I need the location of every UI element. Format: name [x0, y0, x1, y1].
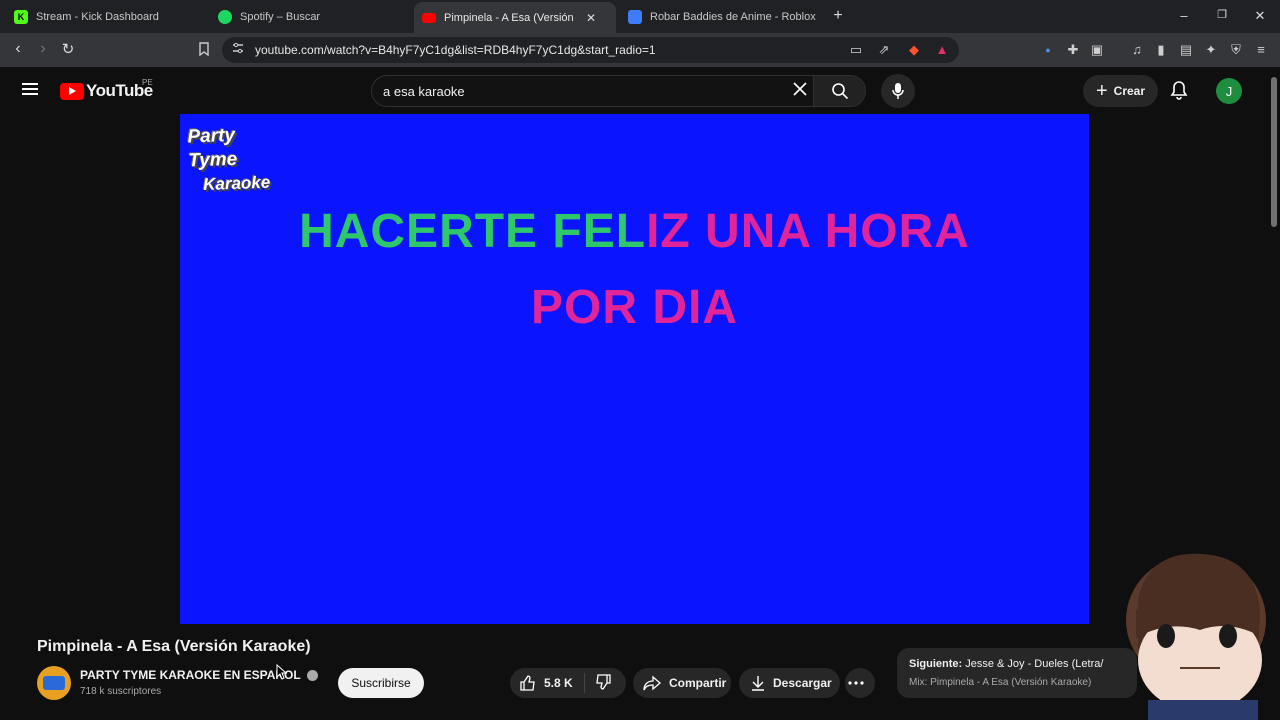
tab-title: Spotify – Buscar [240, 11, 321, 23]
thumbs-up-icon [520, 675, 535, 691]
lyric-line-2: POR DIA [530, 281, 738, 334]
hamburger-menu-icon[interactable] [22, 83, 38, 95]
wallet-icon[interactable]: ▤ [1178, 42, 1194, 58]
download-icon [752, 676, 764, 691]
tab-spotify[interactable]: Spotify – Buscar [210, 4, 410, 30]
voice-search-button[interactable] [881, 74, 915, 108]
subscriber-count: 718 k suscriptores [80, 686, 162, 697]
kick-icon: K [14, 10, 28, 24]
thumbs-down-icon [596, 673, 611, 690]
dislike-button[interactable] [585, 673, 619, 693]
close-tab-icon[interactable]: ✕ [586, 11, 596, 25]
channel-name[interactable]: PARTY TYME KARAOKE EN ESPAÑOL [80, 668, 301, 682]
bookmark-icon[interactable] [196, 42, 212, 58]
verified-badge-icon [307, 670, 318, 681]
search-box[interactable]: a esa karaoke [371, 75, 866, 107]
browser-toolbar: ‹ › ↻ youtube.com/watch?v=B4hyF7yC1dg&li… [0, 33, 1280, 67]
spotify-icon [218, 10, 232, 24]
up-next-title-line: Siguiente: Jesse & Joy - Dueles (Letra/ [909, 658, 1103, 670]
notifications-bell-icon[interactable] [1170, 80, 1192, 102]
subscribe-button[interactable]: Suscribirse [338, 668, 424, 698]
tab-kick[interactable]: K Stream - Kick Dashboard [6, 4, 206, 30]
site-settings-icon[interactable] [230, 42, 246, 58]
like-button[interactable]: 5.8 K [510, 673, 585, 693]
download-button[interactable]: Descargar [739, 668, 840, 698]
tab-roblox[interactable]: Robar Baddies de Anime - Roblox [620, 4, 820, 30]
search-button[interactable] [813, 76, 865, 106]
extensions-icon[interactable]: ✚ [1065, 42, 1081, 58]
lyric-unsung-part: IZ UNA HORA [646, 205, 970, 258]
restore-button[interactable]: ❐ [1212, 8, 1232, 21]
create-label: Crear [1113, 84, 1146, 98]
tab-title: Robar Baddies de Anime - Roblox [650, 11, 816, 23]
browser-tab-bar: K Stream - Kick Dashboard Spotify – Busc… [0, 0, 1280, 33]
tab-youtube-active[interactable]: Pimpinela - A Esa (Versión Ka ✕ [414, 2, 616, 33]
party-tyme-watermark-logo: Party Tyme Karaoke [187, 122, 279, 194]
youtube-play-icon [60, 82, 84, 100]
sidebar-icon[interactable]: ▮ [1153, 42, 1169, 58]
brave-rewards-icon[interactable]: ▲ [934, 42, 950, 58]
share-icon [643, 675, 661, 691]
channel-avatar[interactable] [37, 666, 71, 700]
tab-title: Stream - Kick Dashboard [36, 11, 159, 23]
vpn-icon[interactable]: ● [1040, 42, 1056, 58]
forward-button[interactable]: › [33, 40, 53, 58]
like-dislike-group: 5.8 K [510, 668, 626, 698]
up-next-card[interactable]: Siguiente: Jesse & Joy - Dueles (Letra/ … [897, 648, 1137, 698]
url-text: youtube.com/watch?v=B4hyF7yC1dg&list=RDB… [255, 43, 656, 57]
account-avatar[interactable]: J [1216, 78, 1242, 104]
address-bar[interactable]: youtube.com/watch?v=B4hyF7yC1dg&list=RDB… [222, 37, 959, 63]
vpn-shield-icon[interactable]: ⛨ [1228, 42, 1244, 58]
mouse-cursor-icon [276, 664, 288, 680]
cast-icon[interactable]: ▭ [848, 42, 864, 58]
clear-search-icon[interactable] [792, 80, 808, 103]
more-actions-icon[interactable] [845, 668, 875, 698]
video-player[interactable]: Party Tyme Karaoke HACERTE FELIZ UNA HOR… [180, 114, 1089, 624]
search-icon [831, 83, 848, 100]
search-input[interactable]: a esa karaoke [383, 84, 465, 99]
reload-button[interactable]: ↻ [58, 40, 78, 58]
like-count: 5.8 K [544, 676, 573, 690]
watermark-line1: Party Tyme [187, 124, 238, 172]
country-code: PE [142, 78, 153, 87]
youtube-icon [422, 12, 436, 23]
create-button[interactable]: + Crear [1083, 75, 1158, 107]
scrollbar-thumb[interactable] [1271, 77, 1277, 227]
plus-icon: + [1095, 79, 1108, 102]
lyric-line-1: HACERTE FELIZ UNA HORA [180, 204, 1089, 259]
youtube-header: YouTube PE a esa karaoke + Crear J [0, 67, 1280, 114]
minimize-button[interactable]: – [1174, 8, 1194, 23]
share-label: Compartir [669, 676, 727, 690]
lyric-sung-part: HACERTE FEL [299, 205, 647, 258]
microphone-icon [892, 83, 904, 99]
up-next-label: Siguiente: [909, 658, 963, 670]
close-window-button[interactable]: ✕ [1250, 8, 1270, 24]
back-button[interactable]: ‹ [8, 40, 28, 58]
media-icon[interactable]: ♫ [1129, 42, 1145, 58]
leo-ai-icon[interactable]: ✦ [1203, 42, 1219, 58]
up-next-mix: Mix: Pimpinela - A Esa (Versión Karaoke) [909, 677, 1092, 688]
tab-title: Pimpinela - A Esa (Versión Ka [444, 11, 576, 24]
share-button[interactable]: Compartir [633, 668, 731, 698]
menu-icon[interactable]: ≡ [1253, 42, 1269, 58]
share-page-icon[interactable]: ⇗ [876, 42, 892, 58]
screenshot-icon[interactable]: ▣ [1089, 42, 1105, 58]
brave-shields-icon[interactable]: ◆ [906, 42, 922, 58]
youtube-logo[interactable]: YouTube [60, 81, 153, 101]
roblox-icon [628, 10, 642, 24]
watermark-line2: Karaoke [202, 172, 271, 195]
video-title: Pimpinela - A Esa (Versión Karaoke) [37, 638, 311, 655]
up-next-title: Jesse & Joy - Dueles (Letra/ [965, 658, 1104, 670]
download-label: Descargar [773, 676, 832, 690]
page-scrollbar[interactable] [1268, 67, 1280, 720]
new-tab-button[interactable]: + [828, 7, 848, 25]
streamer-mascot-overlay [1126, 553, 1266, 720]
